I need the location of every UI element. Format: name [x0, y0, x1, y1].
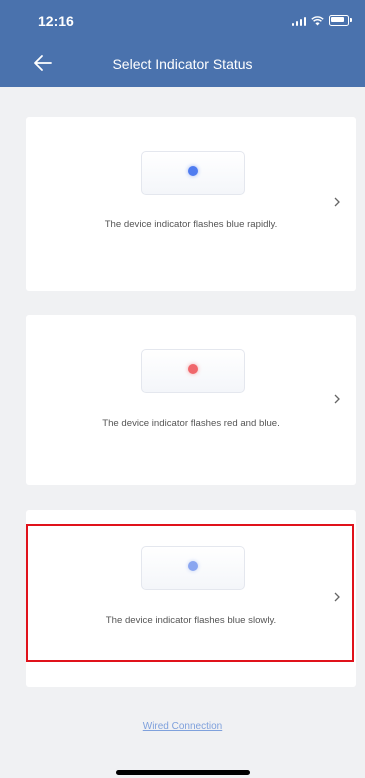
indicator-option-red-blue[interactable]: The device indicator flashes red and blu…	[26, 315, 356, 485]
indicator-dot	[188, 166, 198, 176]
status-time: 12:16	[38, 13, 74, 29]
chevron-right-icon	[334, 592, 340, 602]
nav-bar: Select Indicator Status	[0, 42, 365, 86]
indicator-preview	[141, 151, 245, 195]
option-description: The device indicator flashes red and blu…	[102, 418, 280, 429]
indicator-option-blue-rapid[interactable]: The device indicator flashes blue rapidl…	[26, 117, 356, 291]
home-indicator	[116, 770, 250, 775]
option-description: The device indicator flashes blue slowly…	[105, 615, 277, 626]
status-icons	[291, 15, 352, 26]
page-title: Select Indicator Status	[112, 56, 253, 72]
indicator-dot	[188, 561, 198, 571]
app-header: 12:16 Select Indicator Status	[0, 0, 365, 87]
indicator-preview	[141, 349, 245, 393]
signal-icon	[291, 16, 306, 26]
battery-icon	[329, 15, 352, 26]
status-bar: 12:16	[0, 0, 365, 40]
wifi-icon	[311, 15, 324, 25]
indicator-dot	[188, 364, 198, 374]
indicator-preview	[141, 546, 245, 590]
chevron-right-icon	[334, 197, 340, 207]
option-description: The device indicator flashes blue rapidl…	[104, 219, 278, 230]
wired-connection-link[interactable]: Wired Connection	[0, 721, 365, 732]
indicator-option-blue-slow[interactable]: The device indicator flashes blue slowly…	[26, 510, 356, 687]
chevron-right-icon	[334, 394, 340, 404]
